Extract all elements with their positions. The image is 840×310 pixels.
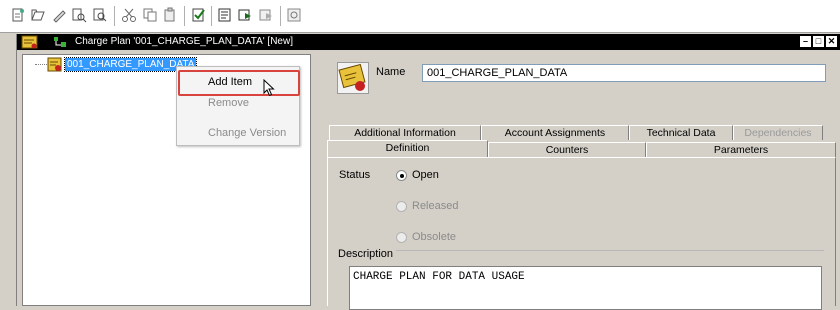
description-label: Description (338, 248, 397, 260)
print-icon[interactable] (258, 7, 274, 23)
toolbar-separator (211, 6, 212, 26)
paste-icon[interactable] (162, 7, 178, 23)
search-icon[interactable] (92, 7, 108, 23)
tab-account-assignments[interactable]: Account Assignments (481, 125, 629, 140)
tab-definition[interactable]: Definition (327, 140, 488, 157)
tab-counters[interactable]: Counters (488, 142, 646, 157)
mouse-cursor-icon (263, 79, 275, 97)
copy-icon[interactable] (142, 7, 158, 23)
tab-dependencies: Dependencies (733, 125, 823, 140)
cut-icon[interactable] (121, 7, 137, 23)
charge-plan-window: Charge Plan '001_CHARGE_PLAN_DATA' [New]… (16, 34, 840, 310)
close-button[interactable]: ✕ (826, 36, 837, 47)
radio-checked-icon (396, 170, 407, 181)
window-title: Charge Plan '001_CHARGE_PLAN_DATA' [New] (75, 36, 293, 47)
definition-panel: Status Open Released Obsolete Descriptio… (327, 157, 836, 310)
charge-plan-entity-icon (337, 62, 369, 94)
tree-view-icon (54, 37, 66, 47)
toolbar-separator (114, 6, 115, 26)
detail-pane: Name 001_CHARGE_PLAN_DATA Additional Inf… (317, 54, 840, 310)
open-icon[interactable] (30, 7, 46, 23)
restore-button[interactable]: □ (813, 36, 824, 47)
find-icon[interactable] (71, 7, 87, 23)
context-menu: Add Item Remove Change Version (176, 66, 300, 146)
charge-plan-node-icon (47, 57, 62, 72)
tab-parameters[interactable]: Parameters (646, 142, 836, 157)
charge-plan-icon (21, 35, 38, 49)
toolbar (0, 0, 840, 33)
report-icon[interactable] (217, 7, 233, 23)
status-obsolete-label: Obsolete (412, 231, 457, 243)
view-icon[interactable] (237, 7, 253, 23)
minimize-button[interactable]: – (800, 36, 811, 47)
name-input[interactable]: 001_CHARGE_PLAN_DATA (422, 64, 826, 82)
description-textarea[interactable]: CHARGE PLAN FOR DATA USAGE (349, 266, 822, 310)
tree-connector (35, 64, 47, 65)
highlight-box (178, 70, 300, 96)
status-released-label: Released (412, 200, 459, 212)
status-label: Status (339, 169, 371, 181)
toolbar-separator (184, 6, 185, 26)
status-open-label: Open (412, 169, 439, 181)
window-titlebar: Charge Plan '001_CHARGE_PLAN_DATA' [New]… (17, 34, 840, 50)
menu-item-change-version: Change Version (208, 127, 287, 139)
tab-additional-information[interactable]: Additional Information (329, 125, 481, 140)
edit-icon[interactable] (51, 7, 67, 23)
tab-technical-data[interactable]: Technical Data (629, 125, 733, 140)
name-label: Name (376, 66, 406, 78)
settings-icon[interactable] (286, 7, 302, 23)
new-icon[interactable] (10, 7, 26, 23)
toolbar-separator (280, 6, 281, 26)
radio-unchecked-icon (396, 232, 407, 243)
radio-unchecked-icon (396, 201, 407, 212)
validate-icon[interactable] (191, 7, 207, 23)
